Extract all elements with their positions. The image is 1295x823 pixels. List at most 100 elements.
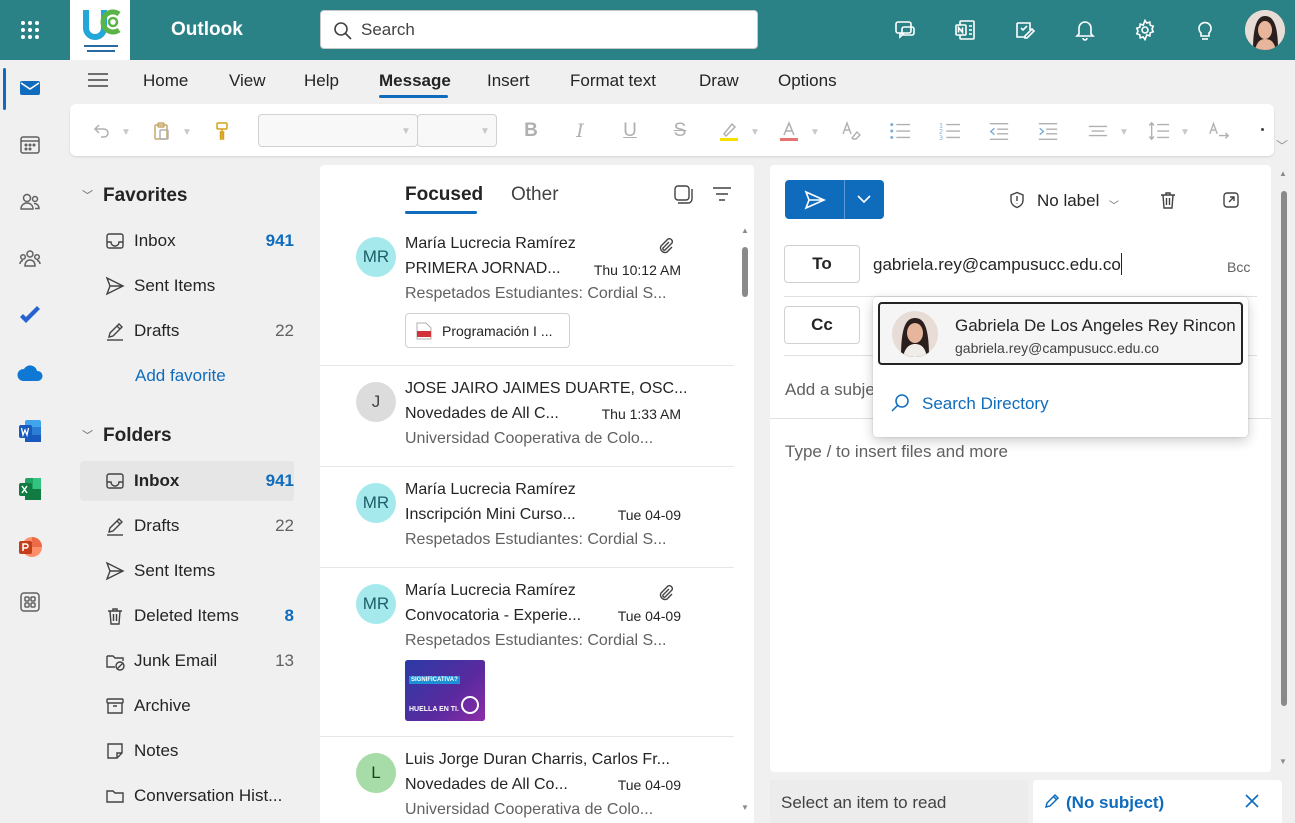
folder-inbox[interactable]: Inbox 941 (80, 461, 294, 501)
app-title[interactable]: Outlook (171, 19, 243, 41)
word-icon[interactable] (14, 415, 46, 447)
bell-icon[interactable] (1069, 14, 1101, 46)
select-mode-icon[interactable] (672, 183, 694, 205)
tab-home[interactable]: Home (143, 71, 188, 91)
align-icon[interactable] (1087, 120, 1109, 142)
send-button[interactable] (785, 180, 884, 219)
subject-input[interactable]: Add a subje (785, 380, 875, 400)
folder-drafts[interactable]: Drafts 22 (80, 506, 294, 546)
to-field[interactable]: gabriela.rey@campusucc.edu.co (873, 255, 1121, 275)
image-thumbnail[interactable]: SIGNIFICATIVA? HUELLA EN TI. (405, 660, 485, 721)
list-item[interactable]: J JOSE JAIRO JAIMES DUARTE, OSC... Noved… (320, 366, 734, 467)
filter-icon[interactable] (711, 183, 733, 205)
align-dropdown-icon[interactable]: ▼ (1119, 127, 1129, 138)
folder-deleted-items[interactable]: Deleted Items 8 (80, 596, 294, 636)
list-item[interactable]: MR María Lucrecia Ramírez Inscripción Mi… (320, 467, 734, 568)
more-options-icon[interactable] (1261, 128, 1264, 131)
send-options-chevron-icon[interactable] (856, 193, 872, 205)
draft-tab[interactable]: (No subject) (1033, 780, 1282, 823)
message-list-scrollbar[interactable]: ▲ ▼ (736, 221, 754, 823)
underline-icon[interactable]: U (619, 120, 641, 142)
highlight-icon[interactable] (718, 120, 740, 142)
attachment-chip[interactable]: Programación I ... (405, 313, 570, 348)
onedrive-icon[interactable] (14, 357, 46, 389)
calendar-icon[interactable] (14, 129, 46, 161)
strikethrough-icon[interactable]: S (669, 120, 691, 142)
favorite-inbox[interactable]: Inbox 941 (80, 221, 294, 261)
todo-app-icon[interactable] (14, 300, 46, 332)
undo-icon[interactable] (90, 120, 112, 142)
favorites-header[interactable]: Favorites (103, 185, 187, 207)
search-box[interactable]: Search (320, 10, 758, 49)
list-item[interactable]: MR María Lucrecia Ramírez Convocatoria -… (320, 568, 734, 737)
people-icon[interactable] (14, 186, 46, 218)
favorite-drafts[interactable]: Drafts 22 (80, 311, 294, 351)
bullets-icon[interactable] (889, 120, 911, 142)
search-directory-link[interactable]: Search Directory (922, 394, 1049, 414)
message-body[interactable]: Type / to insert files and more (785, 442, 1008, 462)
to-button[interactable]: To (784, 245, 860, 283)
tab-other[interactable]: Other (511, 184, 559, 206)
paste-icon[interactable] (150, 120, 172, 142)
paste-dropdown-icon[interactable]: ▼ (182, 127, 192, 138)
tab-help[interactable]: Help (304, 71, 339, 91)
teams-chat-icon[interactable] (889, 14, 921, 46)
powerpoint-icon[interactable] (14, 531, 46, 563)
font-color-dropdown-icon[interactable]: ▼ (810, 127, 820, 138)
delete-draft-icon[interactable] (1158, 190, 1178, 210)
cc-button[interactable]: Cc (784, 306, 860, 344)
bcc-button[interactable]: Bcc (1227, 259, 1250, 275)
font-size-select[interactable]: ▼ (417, 114, 497, 147)
format-painter-icon[interactable] (211, 120, 233, 142)
bold-icon[interactable]: B (520, 120, 542, 142)
pop-out-icon[interactable] (1221, 190, 1241, 210)
numbering-icon[interactable]: 123 (939, 120, 961, 142)
label-chevron-icon[interactable]: ﹀ (1109, 197, 1119, 212)
line-spacing-dropdown-icon[interactable]: ▼ (1180, 127, 1190, 138)
list-item[interactable]: L Luis Jorge Duran Charris, Carlos Fr...… (320, 737, 734, 823)
scroll-up-icon[interactable]: ▲ (1279, 169, 1287, 178)
scroll-up-icon[interactable]: ▲ (741, 226, 749, 235)
decrease-indent-icon[interactable] (988, 120, 1010, 142)
scroll-down-icon[interactable]: ▼ (741, 803, 749, 812)
add-favorite-link[interactable]: Add favorite (135, 366, 226, 386)
increase-indent-icon[interactable] (1037, 120, 1059, 142)
user-avatar[interactable] (1245, 10, 1285, 50)
line-spacing-icon[interactable] (1148, 120, 1170, 142)
undo-dropdown-icon[interactable]: ▼ (121, 127, 131, 138)
tab-insert[interactable]: Insert (487, 71, 530, 91)
suggestion-item[interactable]: Gabriela De Los Angeles Rey Rincon gabri… (878, 302, 1243, 365)
hamburger-icon[interactable] (87, 70, 109, 90)
folder-archive[interactable]: Archive (80, 686, 294, 726)
folder-conversation-history[interactable]: Conversation Hist... (80, 776, 294, 816)
close-icon[interactable] (1243, 792, 1261, 810)
sensitivity-label-button[interactable]: No label (1037, 191, 1099, 211)
mail-icon[interactable] (14, 72, 46, 104)
tab-options[interactable]: Options (778, 71, 837, 91)
folders-collapse-icon[interactable]: ﹀ (82, 427, 93, 443)
groups-icon[interactable] (14, 243, 46, 275)
highlight-dropdown-icon[interactable]: ▼ (750, 127, 760, 138)
folder-notes[interactable]: Notes (80, 731, 294, 771)
italic-icon[interactable]: I (569, 120, 591, 142)
tab-format-text[interactable]: Format text (570, 71, 656, 91)
more-apps-icon[interactable] (14, 586, 46, 618)
gear-icon[interactable] (1129, 14, 1161, 46)
folder-sent-items[interactable]: Sent Items (80, 551, 294, 591)
font-family-select[interactable]: ▼ (258, 114, 418, 147)
text-direction-icon[interactable] (1208, 120, 1230, 142)
font-color-icon[interactable] (778, 120, 800, 142)
list-item[interactable]: MR María Lucrecia Ramírez PRIMERA JORNAD… (320, 221, 734, 366)
scroll-thumb[interactable] (742, 247, 748, 297)
excel-icon[interactable] (14, 473, 46, 505)
tab-view[interactable]: View (229, 71, 266, 91)
expand-toolbar-icon[interactable]: ﹀ (1276, 137, 1288, 154)
folder-junk-email[interactable]: Junk Email 13 (80, 641, 294, 681)
scroll-down-icon[interactable]: ▼ (1279, 757, 1287, 766)
organization-logo[interactable] (70, 0, 130, 60)
app-launcher-icon[interactable] (14, 14, 46, 46)
todo-icon[interactable] (1009, 14, 1041, 46)
tab-focused[interactable]: Focused (405, 184, 483, 206)
favorite-sent-items[interactable]: Sent Items (80, 266, 294, 306)
onenote-icon[interactable] (949, 14, 981, 46)
